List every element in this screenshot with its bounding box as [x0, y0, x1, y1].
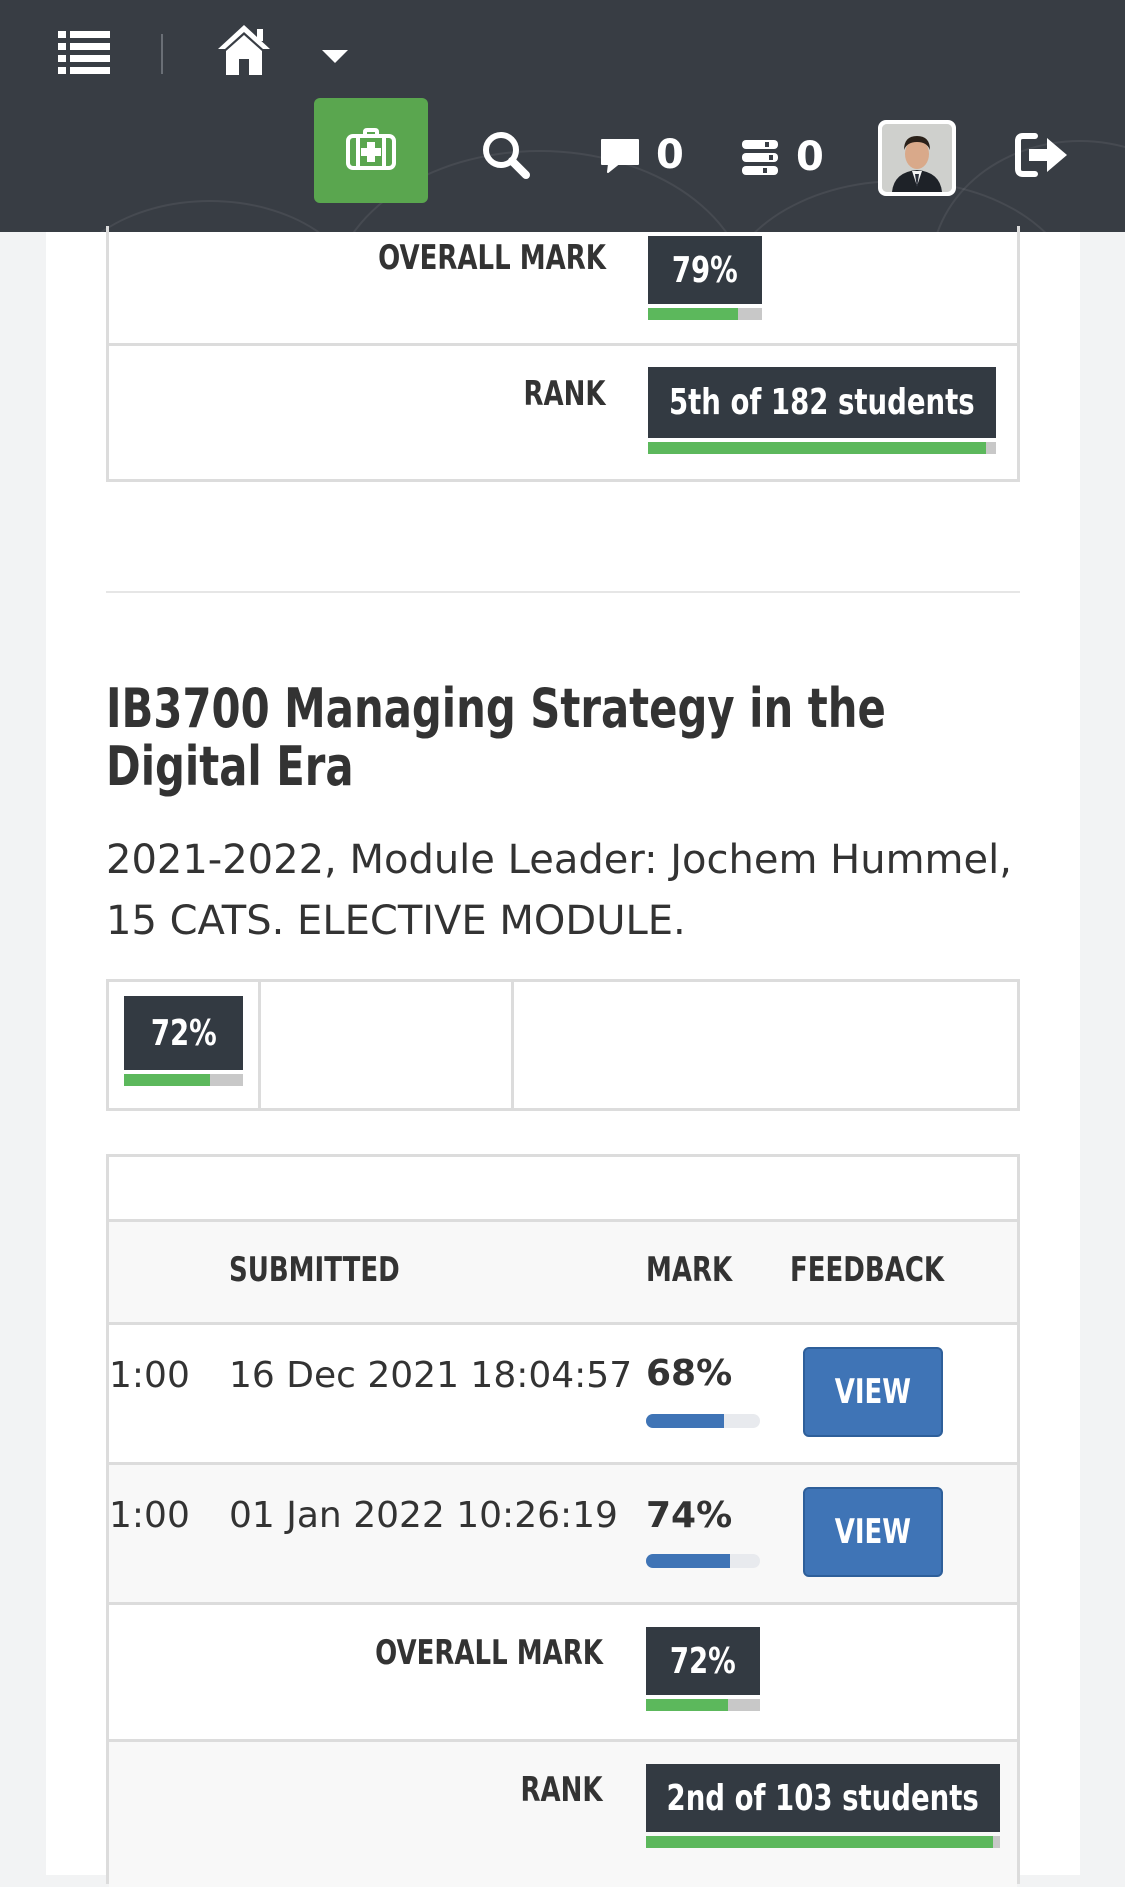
row-mark-bar — [646, 1414, 760, 1428]
row-mark: 68% — [646, 1353, 733, 1394]
prev-rank-bar — [648, 442, 996, 454]
module-subtitle: 2021-2022, Module Leader: Jochem Hummel,… — [106, 837, 1012, 944]
row-time: 1:00 — [109, 1355, 190, 1396]
prev-overall-mark-value: 79% — [648, 236, 762, 304]
header-feedback: FEEDBACK — [790, 1250, 945, 1290]
content-panel: OVERALL MARK 79% RANK 5th of 182 student… — [46, 226, 1080, 1887]
module-title: IB3700 Managing Strategy in the Digital … — [106, 677, 886, 798]
row-time: 1:00 — [109, 1495, 190, 1536]
section-divider — [106, 591, 1020, 593]
tasks-icon[interactable] — [741, 138, 779, 176]
avatar[interactable] — [878, 120, 956, 196]
prev-overall-mark-label: OVERALL MARK — [378, 238, 606, 278]
logout-icon[interactable] — [1015, 132, 1069, 178]
rank-label: RANK — [520, 1770, 603, 1810]
tasks-count[interactable]: 0 — [796, 134, 824, 180]
overall-mark-row: OVERALL MARK 72% — [109, 1602, 1017, 1739]
row-mark-bar — [646, 1554, 760, 1568]
prev-overall-mark-row: OVERALL MARK 79% — [109, 226, 1017, 343]
header-mark: MARK — [646, 1250, 733, 1290]
prev-rank-value: 5th of 182 students — [648, 367, 996, 438]
prev-rank-row: RANK 5th of 182 students — [109, 343, 1017, 479]
overall-mark-bar — [646, 1699, 760, 1711]
overall-mark-label: OVERALL MARK — [375, 1633, 603, 1673]
view-feedback-button[interactable]: VIEW — [803, 1347, 943, 1437]
prev-module-summary-table: OVERALL MARK 79% RANK 5th of 182 student… — [106, 226, 1020, 482]
rank-row: RANK 2nd of 103 students — [109, 1739, 1017, 1887]
table-caption-row — [109, 1157, 1017, 1219]
table-row: 1:00 01 Jan 2022 10:26:19 74% VIEW — [109, 1462, 1017, 1602]
search-icon[interactable] — [481, 130, 531, 180]
messages-count[interactable]: 0 — [656, 132, 684, 178]
row-submitted-date: 16 Dec 2021 18:04:57 — [229, 1355, 633, 1396]
list-icon[interactable] — [58, 28, 110, 76]
module-summary-mark-bar — [124, 1074, 243, 1086]
module-summary-mark: 72% — [124, 996, 243, 1070]
prev-overall-mark-bar — [648, 308, 762, 320]
medical-kit-icon — [346, 126, 396, 175]
home-icon[interactable] — [216, 22, 272, 76]
top-navbar: 0 0 — [0, 0, 1125, 232]
rank-value: 2nd of 103 students — [646, 1764, 1000, 1832]
comment-icon[interactable] — [600, 138, 640, 174]
table-header-row: SUBMITTED MARK FEEDBACK — [109, 1219, 1017, 1322]
caret-down-icon[interactable] — [322, 50, 348, 64]
module-mark-summary-table: 72% — [106, 979, 1020, 1111]
header-submitted: SUBMITTED — [229, 1250, 400, 1290]
table-row: 1:00 16 Dec 2021 18:04:57 68% VIEW — [109, 1322, 1017, 1462]
prev-rank-label: RANK — [523, 374, 606, 414]
medical-kit-button[interactable] — [314, 98, 428, 203]
overall-mark-value: 72% — [646, 1627, 760, 1695]
row-submitted-date: 01 Jan 2022 10:26:19 — [229, 1495, 618, 1536]
assessment-table: SUBMITTED MARK FEEDBACK 1:00 16 Dec 2021… — [106, 1154, 1020, 1887]
navbar-separator — [161, 34, 163, 74]
row-mark: 74% — [646, 1495, 733, 1536]
rank-bar — [646, 1836, 1000, 1848]
view-feedback-button[interactable]: VIEW — [803, 1487, 943, 1577]
